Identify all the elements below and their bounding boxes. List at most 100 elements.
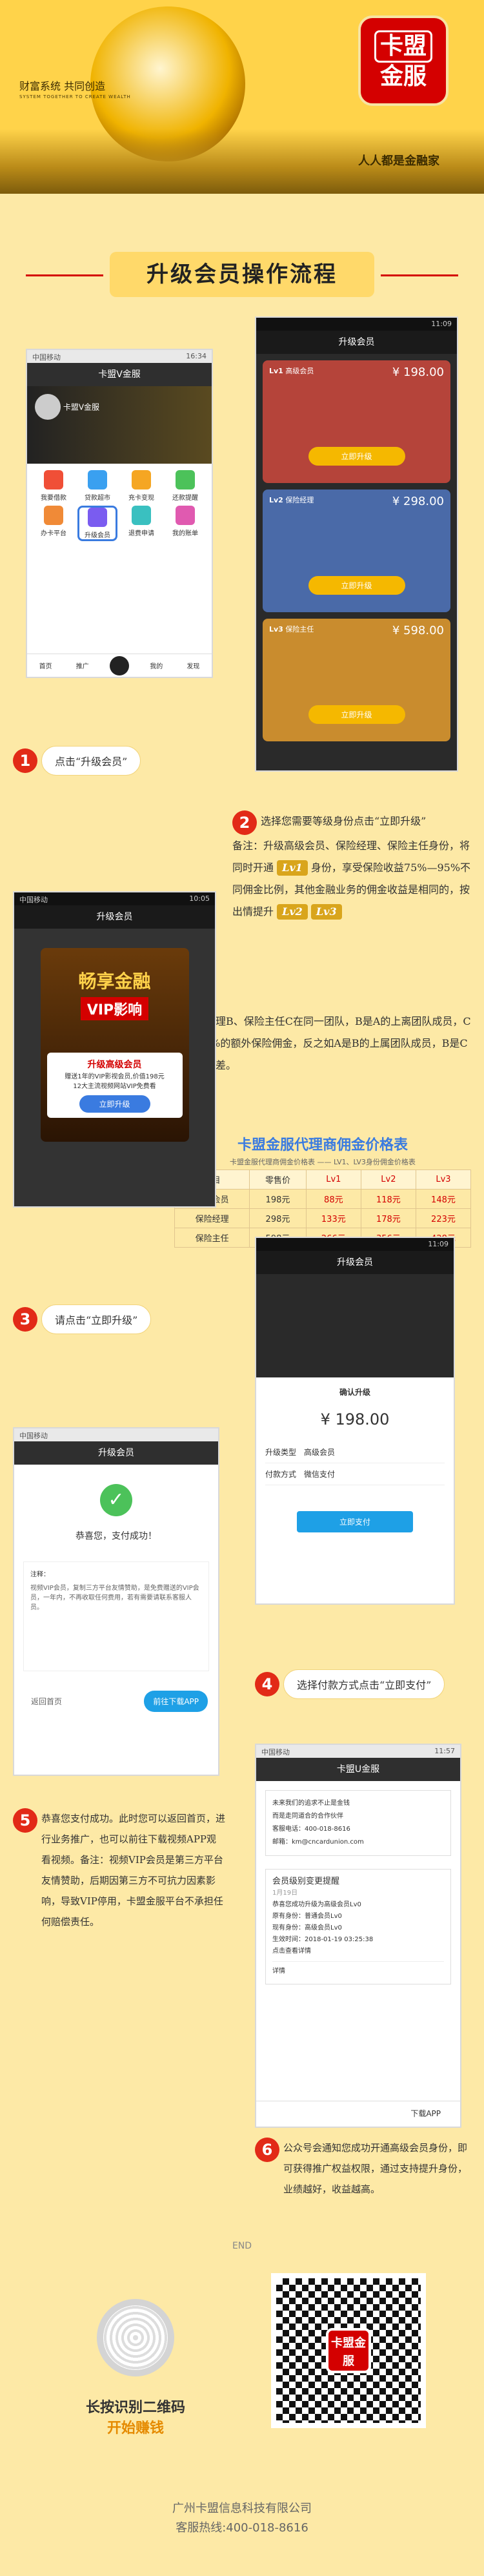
nav-bar: 升级会员 [14, 1441, 218, 1465]
status-bar: 中国移动 [14, 1428, 218, 1441]
step1-screenshot: 中国移动 16:34 卡盟V金服 卡盟V金服 我要借款 贷款超市 充卡变现 还款提… [26, 349, 213, 678]
success-check-icon: ✓ [100, 1484, 132, 1516]
tab-mine[interactable]: 我的 [138, 661, 175, 670]
step-text: 请点击“立即升级” [41, 1304, 152, 1334]
grid-item[interactable]: 我的账单 [165, 506, 205, 541]
grid-item[interactable]: 充卡变现 [121, 470, 161, 502]
step2-block: 2 选择您需要等级身份点击“立即升级” 备注：升级高级会员、保险经理、保险主任身… [232, 810, 471, 923]
dialog-title: 确认升级 [339, 1388, 370, 1397]
company-name: 广州卡盟信息科技有限公司 [172, 2502, 312, 2515]
table-header: 项目零售价Lv1Lv2Lv3 [174, 1170, 472, 1190]
step4-callout: 4 选择付款方式点击“立即支付” [255, 1669, 445, 1699]
level-badge: Lv3 [310, 904, 342, 920]
start-earning-text: 开始赚钱 [106, 2420, 164, 2437]
status-bar: 11:09 [256, 318, 457, 331]
tab-home[interactable]: 首页 [27, 661, 64, 670]
notice-card[interactable]: 会员级别变更提醒 1月19日 恭喜您成功升级为高级会员Lv0 原有身份：普通会员… [265, 1869, 451, 1984]
step3-screenshot: 中国移动 10:05 升级会员 畅享金融 VIP影响 升级高级会员 赠送1年的VI… [13, 891, 216, 1208]
status-bar: 中国移动 16:34 [27, 350, 212, 363]
table-title: 卡盟金服代理商佣金价格表 [237, 1137, 408, 1153]
step-number: 1 [13, 748, 37, 773]
page-title: 升级会员操作流程 [110, 252, 374, 297]
step-text: 选择付款方式点击“立即支付” [283, 1669, 445, 1699]
upgrade-type-row: 升级类型 高级会员 [265, 1441, 445, 1463]
confirm-dialog: 确认升级 ¥ 198.00 升级类型 高级会员 付款方式 微信支付 立即支付 [256, 1377, 454, 1603]
grid-item[interactable]: 贷款超市 [77, 470, 117, 502]
feature-grid: 我要借款 贷款超市 充卡变现 还款提醒 办卡平台 升级会员 退费申请 我的账单 [27, 464, 212, 548]
brand-logo: 卡盟 金服 [358, 15, 449, 106]
step-number: 4 [255, 1672, 279, 1696]
tab-bar: 首页 推广 我的 发现 [27, 654, 212, 677]
step3-callout: 3 请点击“立即升级” [13, 1304, 152, 1334]
fingerprint-icon [97, 2299, 174, 2376]
popup-card: 升级高级会员 赠送1年的VIP影视会员,价值198元 12大主流视频网站VIP免… [46, 1053, 183, 1118]
title-divider-right [381, 274, 458, 276]
title-divider-left [26, 274, 103, 276]
step-number: 2 [232, 810, 257, 835]
tab-promote[interactable]: 推广 [64, 661, 101, 670]
upgrade-button[interactable]: 立即升级 [308, 576, 405, 595]
tab-center[interactable] [101, 655, 137, 675]
logo-top-text: 卡盟 [374, 30, 432, 63]
download-app-button[interactable]: 前往下载APP [144, 1691, 208, 1712]
member-cards: Lv1 高级会员 ¥ 198.00 立即升级 Lv2 保险经理 ¥ 298.00 立… [256, 354, 457, 748]
nav-bar: 升级会员 [14, 905, 215, 929]
note-box: 注释： 视频VIP会员，复制三方平台友情赞助，是免费赠送的VIP会员，一年内，不… [23, 1561, 209, 1671]
hotline: 客服热线:400-018-8616 [176, 2521, 308, 2535]
step-text: 点击“升级会员” [41, 746, 141, 776]
card-lv1: Lv1 高级会员 ¥ 198.00 立即升级 [263, 360, 450, 483]
step2-note: 备注：升级高级会员、保险经理、保险主任身份，将同时开通 Lv1 身份，享受保险收… [232, 835, 471, 923]
grid-item-upgrade[interactable]: 升级会员 [77, 506, 117, 541]
price-table: 项目零售价Lv1Lv2Lv3 高级会员198元88元118元148元 保险经理2… [174, 1170, 472, 1248]
nav-bar: 升级会员 [256, 331, 457, 354]
action-row: 返回首页 前往下载APP [14, 1691, 218, 1712]
back-home-button[interactable]: 返回首页 [25, 1691, 68, 1712]
step-text: 恭喜您支付成功。此时您可以返回首页，进行业务推广，也可以前往下载视频APP观看视… [41, 1813, 226, 1928]
banner-slogan-en: SYSTEM TOGETHER TO CREATE WEALTH [19, 94, 131, 99]
step-number: 5 [13, 1808, 37, 1833]
step1b-screenshot: 11:09 升级会员 Lv1 高级会员 ¥ 198.00 立即升级 Lv2 保险经… [255, 316, 458, 772]
upgrade-now-button[interactable]: 立即升级 [79, 1095, 150, 1113]
promo-title: 畅享金融 [78, 971, 151, 992]
scan-text: 长按识别二维码 [85, 2400, 185, 2416]
step1-callout: 1 点击“升级会员” [13, 746, 141, 776]
avatar [35, 394, 61, 420]
payment-method-row[interactable]: 付款方式 微信支付 [265, 1463, 445, 1485]
details-link[interactable]: 详情 [272, 1961, 444, 1977]
nav-bar: 升级会员 [256, 1251, 454, 1274]
step-number: 3 [13, 1307, 37, 1332]
menu-download-app[interactable]: 下载APP [256, 2101, 460, 2127]
upgrade-button[interactable]: 立即升级 [308, 705, 405, 724]
step6-screenshot: 中国移动 11:57 卡盟U金服 未来我们的追求不止是金钱 而是走同道合的合作伙伴… [255, 1744, 461, 2128]
level-badge: Lv2 [277, 904, 308, 920]
status-bar: 中国移动 10:05 [14, 892, 215, 905]
tab-discover[interactable]: 发现 [175, 661, 212, 670]
chat-message: 未来我们的追求不止是金钱 而是走同道合的合作伙伴 客服电话：400-018-86… [265, 1790, 451, 1856]
grid-item[interactable]: 还款提醒 [165, 470, 205, 502]
step4-screenshot: 11:09 升级会员 确认升级 ¥ 198.00 升级类型 高级会员 付款方式 … [255, 1237, 455, 1605]
step-text: 公众号会通知您成功开通高级会员身份，即可获得推广权益权限，通过支持提升身份，业绩… [283, 2142, 468, 2195]
grid-item[interactable]: 我要借款 [34, 470, 74, 502]
user-name: 卡盟V金服 [63, 402, 100, 412]
success-area: ✓ 恭喜您，支付成功！ [14, 1465, 218, 1542]
end-label: END [232, 2241, 252, 2251]
nav-bar: 卡盟U金服 [256, 1758, 460, 1781]
grid-item[interactable]: 退费申请 [121, 506, 161, 541]
grid-item[interactable]: 办卡平台 [34, 506, 74, 541]
status-bar: 11:09 [256, 1238, 454, 1251]
company-info: 广州卡盟信息科技有限公司 客服热线:400-018-8616 [0, 2499, 484, 2538]
pay-now-button[interactable]: 立即支付 [297, 1511, 413, 1532]
commission-table: 卡盟金服代理商佣金价格表 卡盟金服代理商佣金价格表 —— LV1、LV3身份佣金… [174, 1133, 472, 1248]
step6-block: 6 公众号会通知您成功开通高级会员身份，即可获得推广权益权限，通过支持提升身份，… [255, 2138, 471, 2200]
pay-amount: ¥ 198.00 [320, 1410, 390, 1428]
upgrade-button[interactable]: 立即升级 [308, 447, 405, 466]
banner-slogan: 财富系统 共同创造 [19, 80, 106, 92]
qr-logo: 卡盟金服 [326, 2328, 371, 2373]
table-row: 保险经理 298元 133元 178元 223元 [174, 1208, 472, 1228]
success-message: 恭喜您，支付成功！ [76, 1531, 157, 1541]
logo-bottom-text: 金服 [379, 63, 427, 90]
level-badge: Lv1 [277, 860, 308, 876]
step5-screenshot: 中国移动 升级会员 ✓ 恭喜您，支付成功！ 注释： 视频VIP会员，复制三方平台… [13, 1427, 219, 1776]
card-lv3: Lv3 保险主任 ¥ 598.00 立即升级 [263, 619, 450, 741]
nav-bar: 卡盟V金服 [27, 363, 212, 386]
